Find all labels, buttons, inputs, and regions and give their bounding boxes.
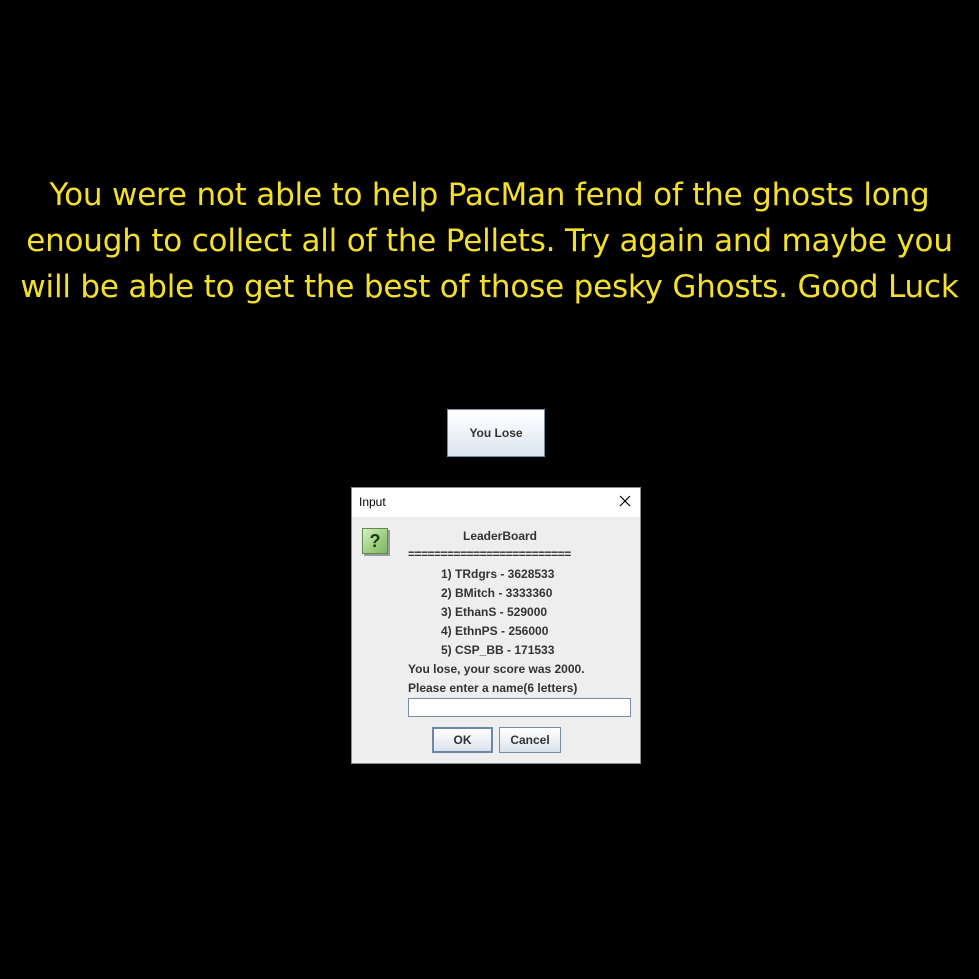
close-icon[interactable]: [618, 494, 632, 508]
game-over-message: You were not able to help PacMan fend of…: [0, 172, 979, 310]
leaderboard-title: LeaderBoard: [462, 529, 538, 543]
input-dialog: Input ? LeaderBoard ====================…: [351, 487, 641, 764]
leaderboard-entry: 1) TRdgrs - 3628533: [441, 567, 555, 581]
leaderboard-entry: 4) EthnPS - 256000: [441, 624, 549, 638]
leaderboard-entry: 3) EthanS - 529000: [441, 605, 548, 619]
name-prompt: Please enter a name(6 letters): [408, 681, 578, 695]
score-text: You lose, your score was 2000.: [408, 662, 585, 676]
leaderboard-separator: =========================: [408, 547, 571, 561]
leaderboard-entry: 2) BMitch - 3333360: [441, 586, 553, 600]
message-line: You were not able to help PacMan fend of…: [49, 177, 930, 213]
leaderboard: LeaderBoard ========================= 1)…: [408, 527, 632, 698]
message-line: will be able to get the best of those pe…: [20, 269, 959, 305]
ok-button[interactable]: OK: [432, 727, 493, 753]
question-icon: ?: [362, 528, 388, 554]
cancel-button[interactable]: Cancel: [499, 727, 561, 753]
dialog-title: Input: [359, 495, 386, 509]
you-lose-button[interactable]: You Lose: [447, 409, 545, 457]
leaderboard-entry: 5) CSP_BB - 171533: [441, 643, 555, 657]
dialog-titlebar: Input: [352, 488, 640, 517]
name-input[interactable]: [408, 698, 631, 717]
message-line: enough to collect all of the Pellets. Tr…: [26, 223, 953, 259]
